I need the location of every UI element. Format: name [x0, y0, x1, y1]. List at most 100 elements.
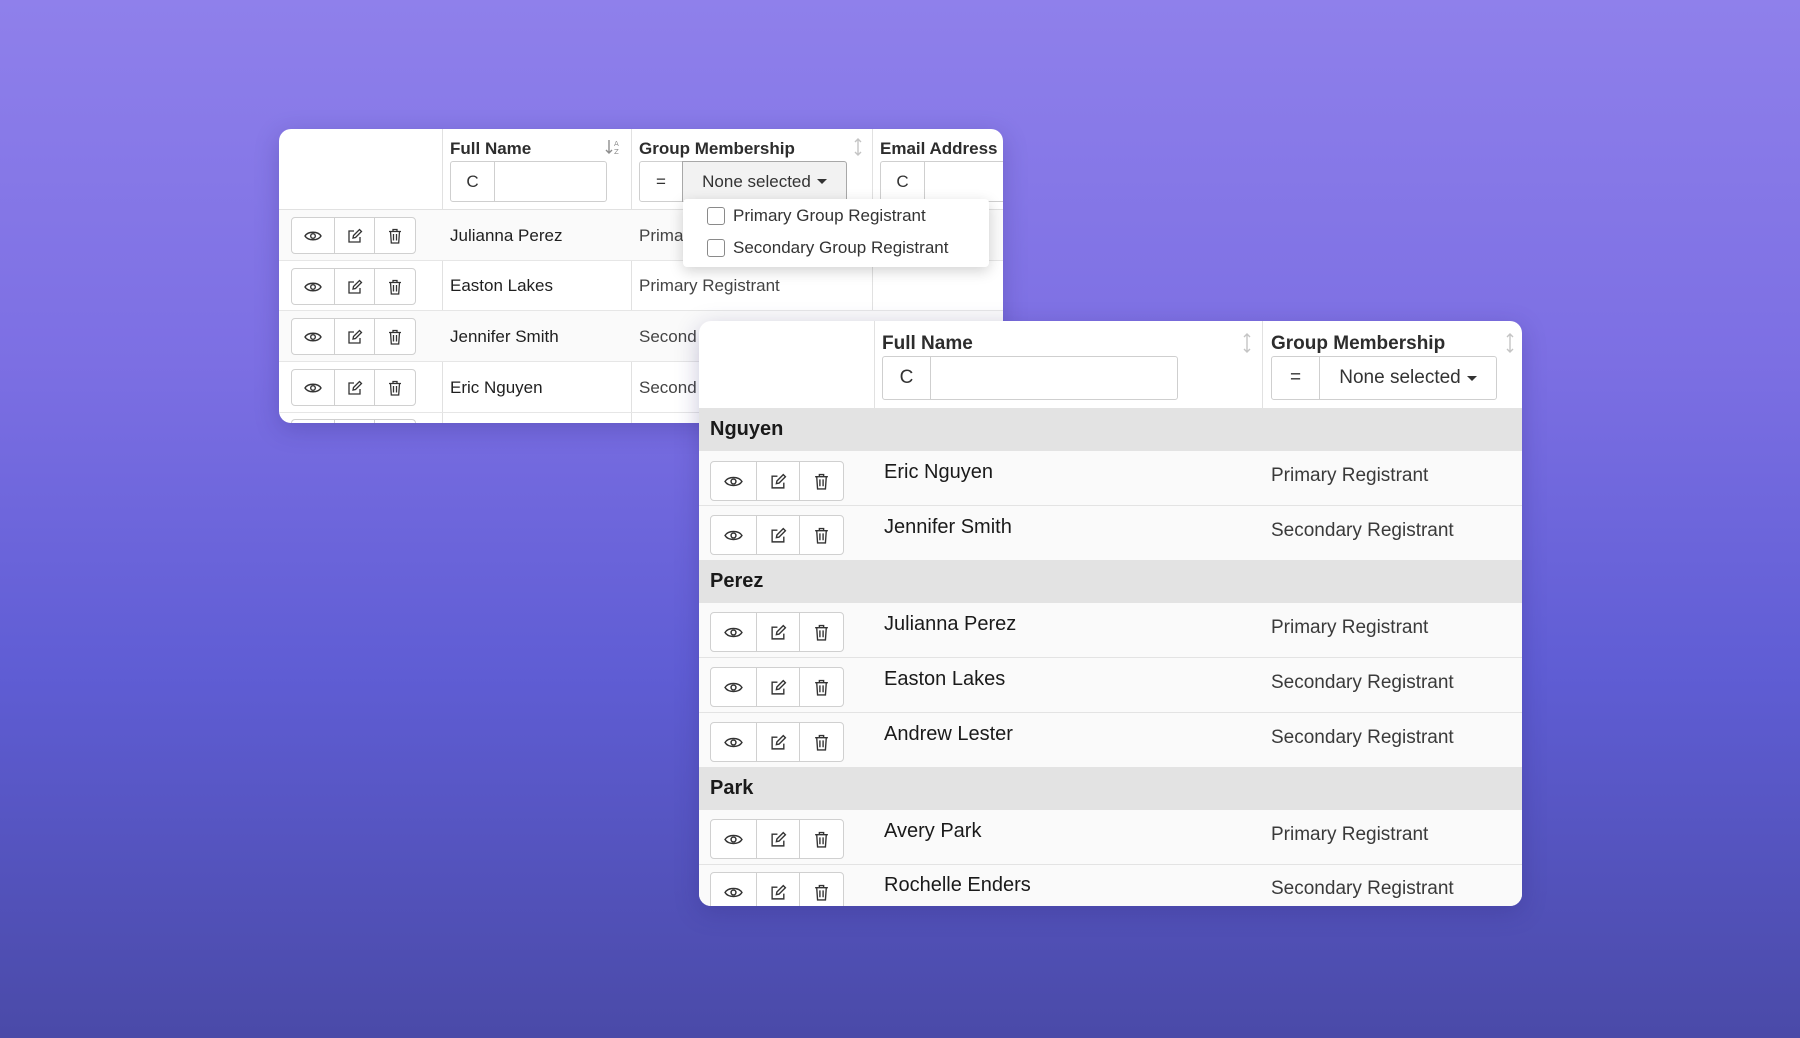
full-name-cell: Eric Nguyen: [884, 461, 993, 483]
trash-icon: [389, 380, 401, 396]
view-button[interactable]: [292, 370, 335, 405]
group-label: Park: [710, 777, 754, 799]
view-button[interactable]: [292, 319, 335, 354]
trash-icon: [815, 734, 828, 751]
edit-button[interactable]: [757, 462, 800, 500]
dropdown-option-secondary[interactable]: Secondary Group Registrant: [707, 238, 948, 258]
view-button[interactable]: [711, 668, 757, 706]
edit-button[interactable]: [335, 269, 375, 304]
group-filter-select[interactable]: None selected: [1319, 356, 1497, 400]
delete-button[interactable]: [800, 873, 843, 906]
view-button[interactable]: [711, 723, 757, 761]
checkbox[interactable]: [707, 239, 725, 257]
delete-button[interactable]: [800, 820, 843, 858]
delete-button[interactable]: [800, 516, 843, 554]
edit-icon: [770, 831, 786, 847]
group-filter-value: None selected: [1339, 367, 1461, 388]
email-filter-input[interactable]: [924, 161, 1003, 202]
edit-button[interactable]: [335, 319, 375, 354]
delete-button[interactable]: [800, 613, 843, 651]
sort-alpha-icon[interactable]: AZ: [605, 139, 623, 159]
group-filter-select[interactable]: None selected: [682, 161, 847, 202]
view-button[interactable]: [711, 516, 757, 554]
delete-button[interactable]: [800, 462, 843, 500]
sort-updown-icon[interactable]: [853, 138, 863, 160]
edit-button[interactable]: [757, 668, 800, 706]
group-header-park[interactable]: Park: [699, 768, 1522, 810]
edit-icon: [770, 679, 786, 695]
view-button[interactable]: [292, 218, 335, 253]
delete-button[interactable]: [375, 218, 415, 253]
delete-button[interactable]: [800, 668, 843, 706]
checkbox[interactable]: [707, 207, 725, 225]
name-filter-mode[interactable]: C: [450, 161, 495, 202]
sort-updown-icon[interactable]: [1505, 333, 1515, 358]
edit-button[interactable]: [335, 370, 375, 405]
eye-icon: [304, 332, 322, 341]
trash-icon: [815, 679, 828, 696]
group-header-nguyen[interactable]: Nguyen: [699, 408, 1522, 451]
edit-button[interactable]: [757, 723, 800, 761]
name-filter-input[interactable]: [494, 161, 607, 202]
group-label: Nguyen: [710, 418, 784, 440]
edit-button[interactable]: [335, 218, 375, 253]
group-filter-dropdown: Primary Group Registrant Secondary Group…: [683, 199, 989, 267]
table-row: Easton Lakes Secondary Registrant: [699, 658, 1522, 713]
edit-button[interactable]: [757, 873, 800, 906]
full-name-header[interactable]: Full Name: [882, 333, 973, 355]
group-filter-mode[interactable]: =: [1271, 356, 1320, 400]
name-filter-input[interactable]: [930, 356, 1178, 400]
group-cell: Second: [639, 327, 697, 346]
edit-button[interactable]: [757, 820, 800, 858]
view-button[interactable]: [292, 269, 335, 304]
table-row: Rochelle Enders Secondary Registrant: [699, 865, 1522, 906]
full-name-cell: Easton Lakes: [450, 276, 554, 295]
view-button[interactable]: [711, 462, 757, 500]
delete-button[interactable]: [375, 420, 415, 423]
view-button[interactable]: [711, 613, 757, 651]
edit-button[interactable]: [757, 613, 800, 651]
full-name-header[interactable]: Full Name: [450, 139, 531, 159]
group-header-perez[interactable]: Perez: [699, 561, 1522, 603]
group-cell: Primary Registrant: [1271, 617, 1429, 638]
trash-icon: [815, 624, 828, 641]
sort-updown-icon[interactable]: [1242, 333, 1252, 358]
email-address-header[interactable]: Email Address: [880, 139, 997, 159]
view-button[interactable]: [711, 820, 757, 858]
row-actions: [291, 419, 416, 423]
edit-icon: [770, 527, 786, 543]
eye-icon: [304, 383, 322, 392]
group-membership-header[interactable]: Group Membership: [639, 139, 795, 159]
group-cell: Primary Registrant: [1271, 824, 1429, 845]
name-filter-mode[interactable]: C: [882, 356, 931, 400]
table-row: Andrew Lester Secondary Registrant: [699, 713, 1522, 768]
full-name-cell: Andrew Lester: [884, 723, 1013, 745]
eye-icon: [724, 530, 743, 540]
edit-button[interactable]: [335, 420, 375, 423]
full-name-cell: Easton Lakes: [884, 668, 1006, 690]
email-filter-mode[interactable]: C: [880, 161, 925, 202]
delete-button[interactable]: [375, 319, 415, 354]
table-header: Full Name AZ C Group Membership = None s…: [279, 129, 1003, 210]
group-filter-value: None selected: [702, 171, 811, 191]
edit-icon: [770, 884, 786, 900]
eye-icon: [304, 282, 322, 291]
delete-button[interactable]: [375, 370, 415, 405]
full-name-cell: Avery Park: [884, 820, 982, 842]
table-row: Easton Lakes Primary Registrant: [279, 261, 1003, 311]
group-cell: Prima: [639, 226, 684, 245]
group-membership-header[interactable]: Group Membership: [1271, 333, 1445, 355]
row-actions: [291, 318, 416, 355]
delete-button[interactable]: [375, 269, 415, 304]
row-actions: [291, 217, 416, 254]
dropdown-option-primary[interactable]: Primary Group Registrant: [707, 206, 926, 226]
view-button[interactable]: [711, 873, 757, 906]
group-filter-mode[interactable]: =: [639, 161, 683, 202]
edit-button[interactable]: [757, 516, 800, 554]
row-actions: [291, 268, 416, 305]
view-button[interactable]: [292, 420, 335, 423]
row-actions: [710, 872, 844, 906]
delete-button[interactable]: [800, 723, 843, 761]
row-actions: [710, 461, 844, 501]
caret-down-icon: [816, 179, 827, 184]
